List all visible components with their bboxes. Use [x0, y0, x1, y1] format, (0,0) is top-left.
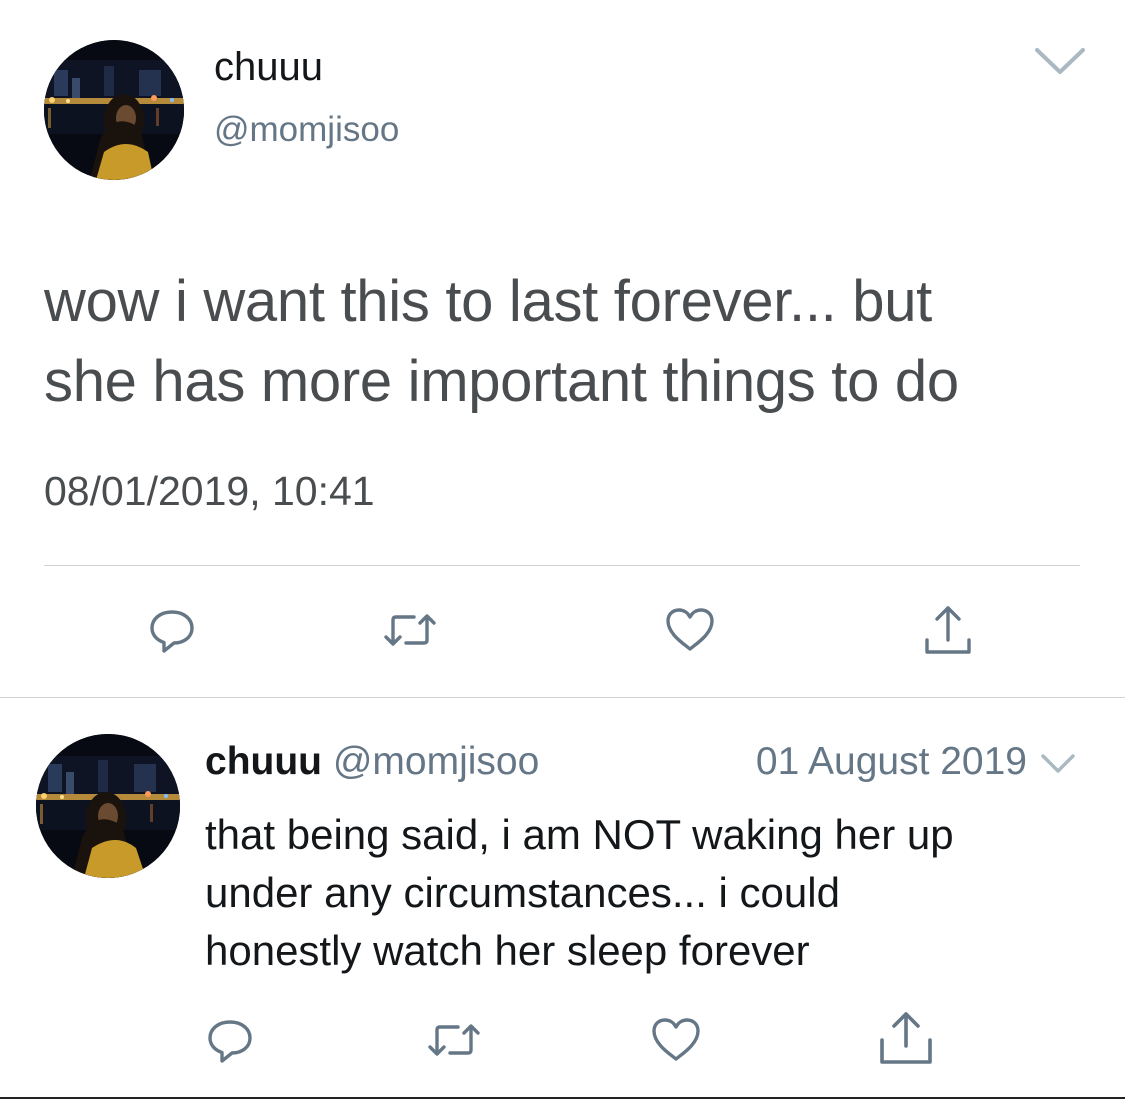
divider	[0, 1097, 1125, 1099]
main-tweet: chuuu @momjisoo wow i want this to last …	[0, 0, 1125, 698]
tweet-text: that being said, i am NOT waking her up …	[205, 806, 1095, 980]
tweet-text: wow i want this to last forever... but s…	[44, 262, 1094, 422]
share-button[interactable]	[876, 1008, 936, 1068]
like-icon	[652, 1018, 700, 1061]
avatar[interactable]	[44, 40, 184, 180]
chevron-down-icon[interactable]	[1040, 753, 1076, 775]
author-handle[interactable]: @momjisoo	[214, 110, 399, 150]
reply-icon	[150, 610, 194, 653]
tweet-text-line: she has more important things to do	[44, 349, 959, 414]
like-button[interactable]	[646, 1010, 706, 1070]
retweet-button[interactable]	[424, 1010, 484, 1070]
reply-button[interactable]	[200, 1010, 260, 1070]
retweet-icon	[384, 614, 436, 646]
share-button[interactable]	[918, 600, 978, 660]
avatar[interactable]	[36, 734, 180, 878]
tweet-date[interactable]: 01 August 2019	[756, 738, 1027, 786]
reply-header: chuuu @momjisoo	[205, 738, 539, 786]
like-icon	[666, 608, 714, 651]
reply-tweet: chuuu @momjisoo 01 August 2019 that bein…	[0, 698, 1125, 1098]
share-icon	[925, 606, 971, 654]
chevron-down-icon[interactable]	[1034, 46, 1086, 76]
share-icon	[880, 1012, 932, 1064]
retweet-icon	[428, 1024, 480, 1056]
author-name[interactable]: chuuu	[214, 45, 323, 90]
like-button[interactable]	[660, 600, 720, 660]
author-handle[interactable]: @momjisoo	[333, 740, 539, 783]
avatar-image	[44, 40, 184, 180]
tweet-text-line: honestly watch her sleep forever	[205, 927, 810, 974]
tweet-text-line: that being said, i am NOT waking her up	[205, 811, 954, 858]
reply-icon	[208, 1020, 252, 1063]
author-name[interactable]: chuuu	[205, 740, 322, 783]
retweet-button[interactable]	[380, 600, 440, 660]
tweet-timestamp[interactable]: 08/01/2019, 10:41	[44, 468, 375, 515]
avatar-image	[36, 734, 180, 878]
reply-button[interactable]	[142, 600, 202, 660]
tweet-text-line: wow i want this to last forever... but	[44, 269, 932, 334]
divider	[44, 565, 1080, 566]
tweet-text-line: under any circumstances... i could	[205, 869, 840, 916]
